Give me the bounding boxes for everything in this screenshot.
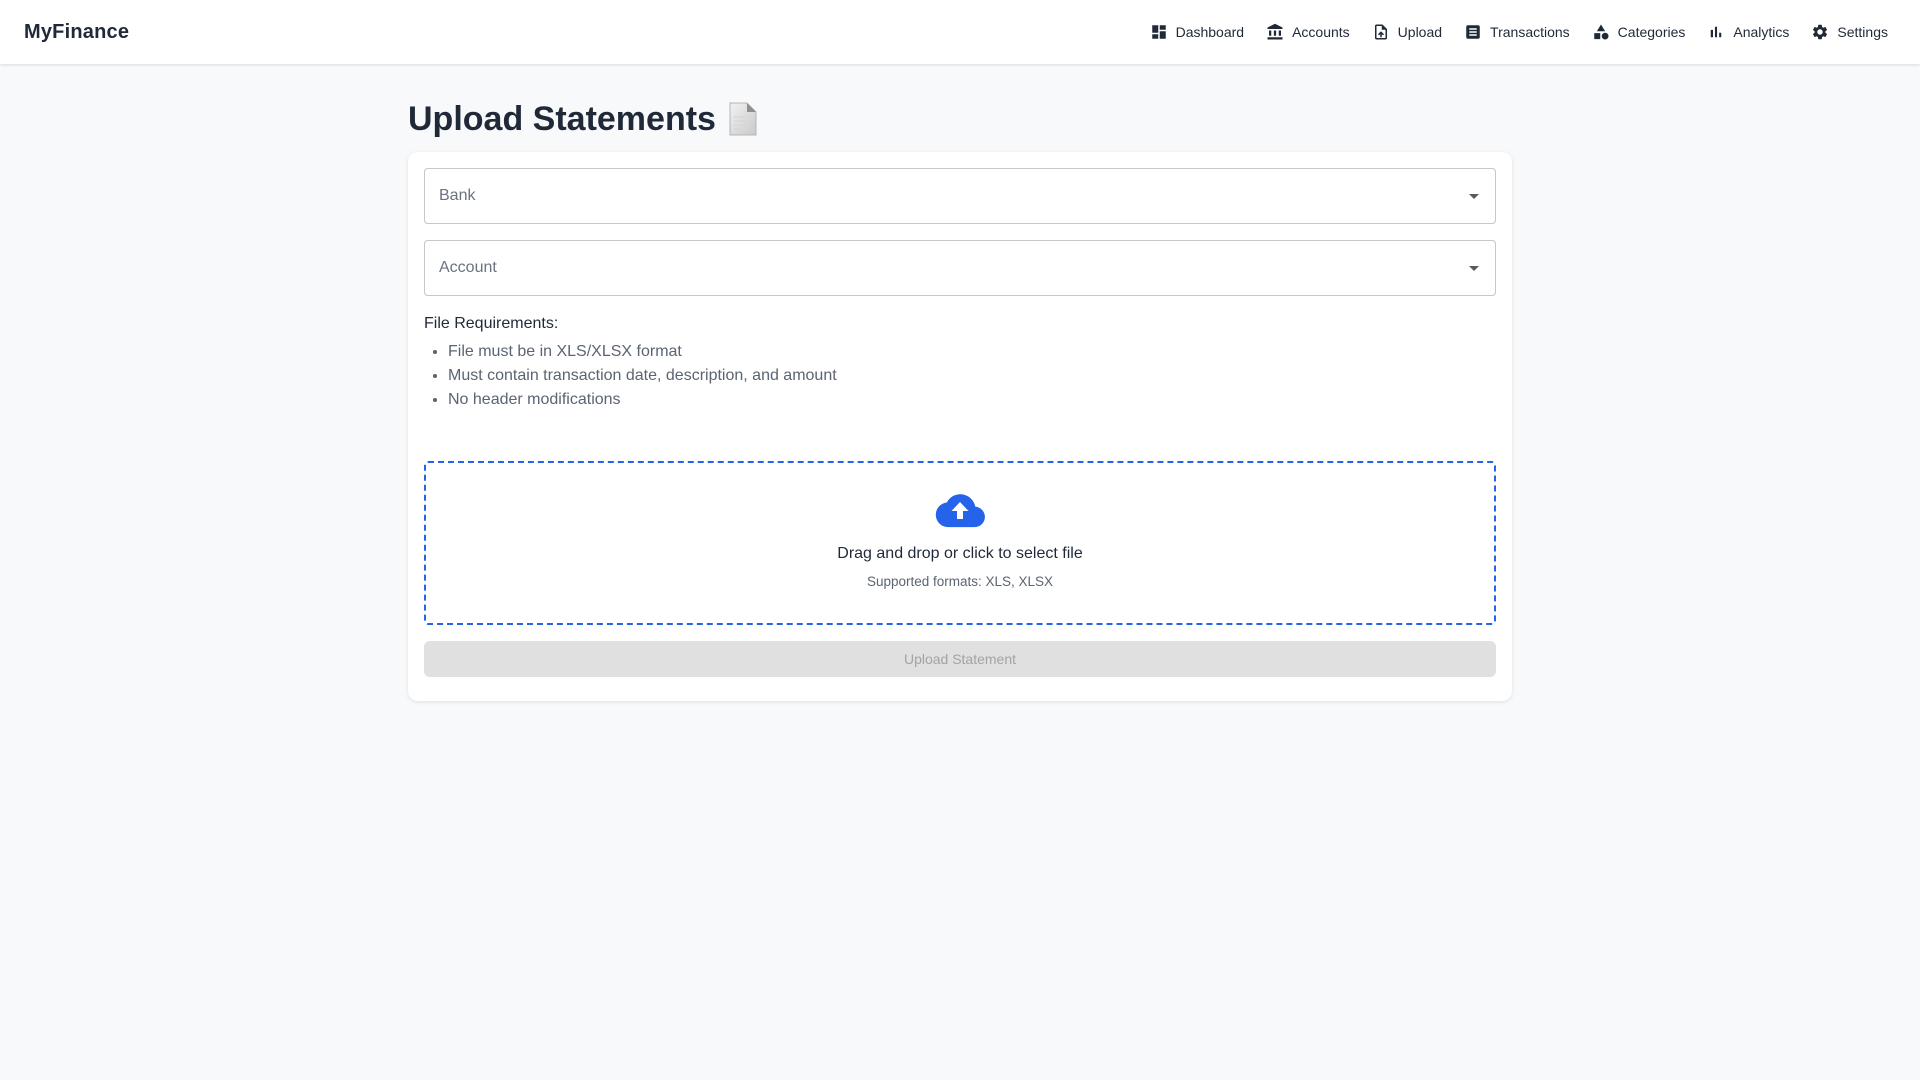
requirement-item: No header modifications [448, 388, 1496, 412]
nav-item-transactions[interactable]: Transactions [1464, 23, 1570, 41]
nav-label-accounts: Accounts [1292, 24, 1350, 40]
nav-item-analytics[interactable]: Analytics [1707, 23, 1789, 41]
dashboard-icon [1150, 23, 1168, 41]
nav-item-accounts[interactable]: Accounts [1266, 23, 1350, 41]
account-select[interactable]: Account [424, 240, 1496, 296]
upload-card: Bank Account File Requirements: File mus… [408, 152, 1512, 701]
nav-label-settings: Settings [1837, 24, 1888, 40]
bank-icon [1266, 23, 1284, 41]
gear-icon [1811, 23, 1829, 41]
main-nav: Dashboard Accounts Upload Transactions C… [1150, 23, 1888, 41]
bank-select[interactable]: Bank [424, 168, 1496, 224]
nav-item-categories[interactable]: Categories [1592, 23, 1686, 41]
dropzone-text: Drag and drop or click to select file [837, 545, 1083, 562]
app-brand[interactable]: MyFinance [24, 21, 129, 44]
main-content: Upload Statements Bank Account File Requ… [408, 64, 1512, 701]
file-dropzone[interactable]: Drag and drop or click to select file Su… [424, 461, 1496, 625]
upload-statement-button[interactable]: Upload Statement [424, 641, 1496, 677]
cloud-upload-icon [935, 493, 985, 529]
page-title: Upload Statements [408, 97, 1512, 141]
nav-item-settings[interactable]: Settings [1811, 23, 1888, 41]
requirement-item: File must be in XLS/XLSX format [448, 340, 1496, 364]
account-select-placeholder: Account [439, 259, 497, 276]
chevron-down-icon [1469, 265, 1479, 271]
nav-label-analytics: Analytics [1733, 24, 1790, 40]
nav-item-dashboard[interactable]: Dashboard [1150, 23, 1245, 41]
nav-label-categories: Categories [1617, 24, 1686, 40]
list-icon [1464, 23, 1482, 41]
chevron-down-icon [1469, 193, 1479, 199]
nav-label-dashboard: Dashboard [1175, 24, 1245, 40]
bank-select-placeholder: Bank [439, 187, 476, 204]
document-icon [728, 101, 758, 137]
requirements-list: File must be in XLS/XLSX format Must con… [424, 340, 1496, 412]
shapes-icon [1592, 23, 1610, 41]
top-navbar: MyFinance Dashboard Accounts Upload Tran… [0, 0, 1920, 64]
nav-label-upload: Upload [1397, 24, 1443, 40]
page-title-text: Upload Statements [408, 99, 716, 138]
file-upload-icon [1372, 23, 1390, 41]
nav-item-upload[interactable]: Upload [1372, 23, 1442, 41]
dropzone-subtext: Supported formats: XLS, XLSX [866, 574, 1054, 589]
requirement-item: Must contain transaction date, descripti… [448, 364, 1496, 388]
bar-chart-icon [1707, 23, 1725, 41]
requirements-title: File Requirements: [424, 315, 559, 332]
nav-label-transactions: Transactions [1490, 24, 1570, 40]
